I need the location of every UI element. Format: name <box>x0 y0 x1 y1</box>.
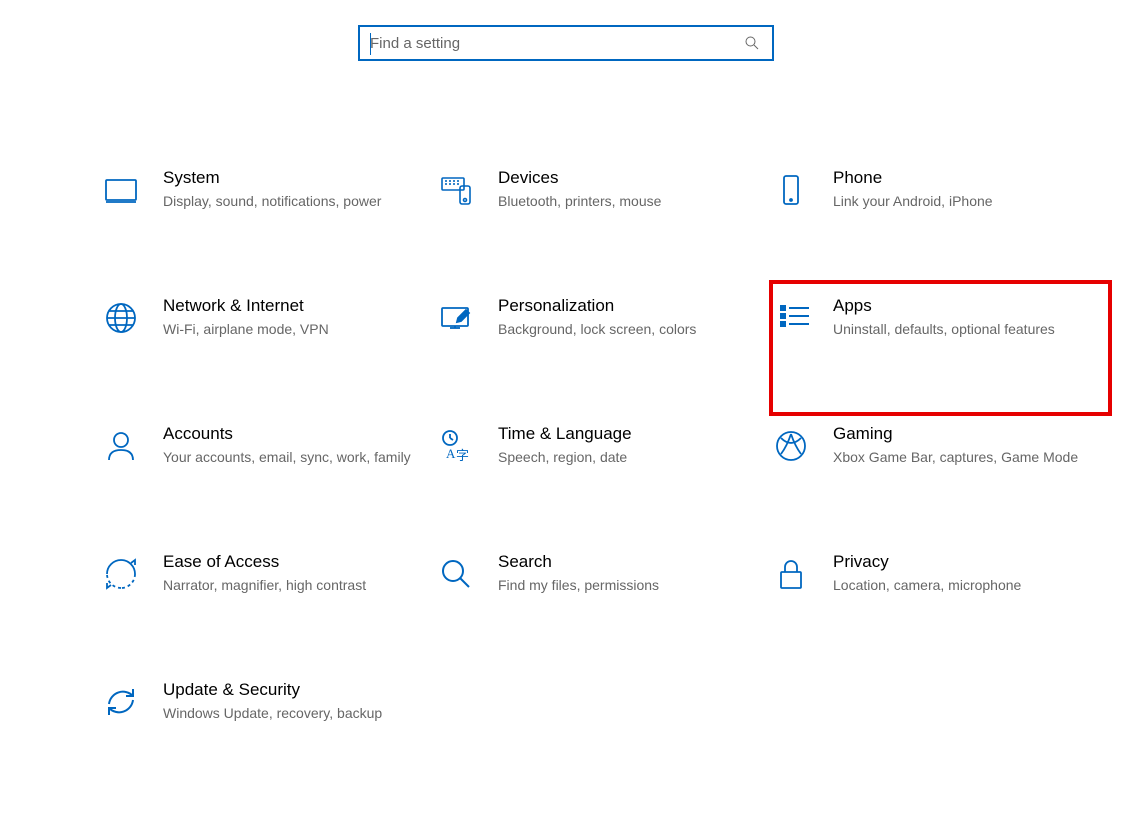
tile-desc: Background, lock screen, colors <box>498 320 747 340</box>
tile-text: Apps Uninstall, defaults, optional featu… <box>833 296 1092 340</box>
tile-text: Devices Bluetooth, printers, mouse <box>498 168 757 212</box>
tile-ease-of-access[interactable]: Ease of Access Narrator, magnifier, high… <box>103 540 438 668</box>
tile-text: Ease of Access Narrator, magnifier, high… <box>163 552 422 596</box>
tile-desc: Display, sound, notifications, power <box>163 192 412 212</box>
update-security-icon <box>103 680 163 720</box>
tile-text: System Display, sound, notifications, po… <box>163 168 422 212</box>
tile-text: Personalization Background, lock screen,… <box>498 296 757 340</box>
devices-icon <box>438 168 498 208</box>
tile-desc: Windows Update, recovery, backup <box>163 704 412 724</box>
tile-text: Time & Language Speech, region, date <box>498 424 757 468</box>
tile-desc: Link your Android, iPhone <box>833 192 1082 212</box>
tile-time-language[interactable]: A 字 Time & Language Speech, region, date <box>438 412 773 540</box>
tile-search[interactable]: Search Find my files, permissions <box>438 540 773 668</box>
apps-icon <box>773 296 833 336</box>
personalization-icon <box>438 296 498 336</box>
svg-text:A: A <box>446 446 456 461</box>
tile-desc: Narrator, magnifier, high contrast <box>163 576 412 596</box>
tile-desc: Wi-Fi, airplane mode, VPN <box>163 320 412 340</box>
tile-title: Ease of Access <box>163 552 412 572</box>
network-icon <box>103 296 163 336</box>
tile-devices[interactable]: Devices Bluetooth, printers, mouse <box>438 156 773 284</box>
settings-grid: System Display, sound, notifications, po… <box>0 156 1132 796</box>
tile-desc: Uninstall, defaults, optional features <box>833 320 1082 340</box>
phone-icon <box>773 168 833 208</box>
search-icon <box>744 35 760 51</box>
tile-system[interactable]: System Display, sound, notifications, po… <box>103 156 438 284</box>
settings-home: System Display, sound, notifications, po… <box>0 0 1132 821</box>
tile-text: Gaming Xbox Game Bar, captures, Game Mod… <box>833 424 1092 468</box>
tile-desc: Your accounts, email, sync, work, family <box>163 448 412 468</box>
search-tile-icon <box>438 552 498 592</box>
tile-network[interactable]: Network & Internet Wi-Fi, airplane mode,… <box>103 284 438 412</box>
tile-gaming[interactable]: Gaming Xbox Game Bar, captures, Game Mod… <box>773 412 1108 540</box>
gaming-icon <box>773 424 833 464</box>
tile-text: Search Find my files, permissions <box>498 552 757 596</box>
search-input[interactable] <box>370 35 762 52</box>
tile-accounts[interactable]: Accounts Your accounts, email, sync, wor… <box>103 412 438 540</box>
tile-title: Search <box>498 552 747 572</box>
tile-title: Accounts <box>163 424 412 444</box>
tile-title: Update & Security <box>163 680 412 700</box>
tile-phone[interactable]: Phone Link your Android, iPhone <box>773 156 1108 284</box>
tile-update-security[interactable]: Update & Security Windows Update, recove… <box>103 668 438 796</box>
system-icon <box>103 168 163 208</box>
ease-of-access-icon <box>103 552 163 592</box>
tile-title: Gaming <box>833 424 1082 444</box>
tile-text: Accounts Your accounts, email, sync, wor… <box>163 424 422 468</box>
accounts-icon <box>103 424 163 464</box>
tile-text: Network & Internet Wi-Fi, airplane mode,… <box>163 296 422 340</box>
tile-privacy[interactable]: Privacy Location, camera, microphone <box>773 540 1108 668</box>
tile-title: Phone <box>833 168 1082 188</box>
tile-personalization[interactable]: Personalization Background, lock screen,… <box>438 284 773 412</box>
tile-apps[interactable]: Apps Uninstall, defaults, optional featu… <box>769 280 1112 416</box>
tile-title: Privacy <box>833 552 1082 572</box>
tile-title: Network & Internet <box>163 296 412 316</box>
tile-text: Privacy Location, camera, microphone <box>833 552 1092 596</box>
tile-text: Update & Security Windows Update, recove… <box>163 680 422 724</box>
search-box[interactable] <box>358 25 774 61</box>
svg-text:字: 字 <box>456 448 469 463</box>
tile-desc: Xbox Game Bar, captures, Game Mode <box>833 448 1082 468</box>
tile-title: Time & Language <box>498 424 747 444</box>
tile-title: System <box>163 168 412 188</box>
tile-desc: Find my files, permissions <box>498 576 747 596</box>
tile-title: Personalization <box>498 296 747 316</box>
tile-desc: Bluetooth, printers, mouse <box>498 192 747 212</box>
privacy-icon <box>773 552 833 592</box>
tile-text: Phone Link your Android, iPhone <box>833 168 1092 212</box>
text-cursor <box>370 33 371 55</box>
tile-title: Devices <box>498 168 747 188</box>
time-language-icon: A 字 <box>438 424 498 464</box>
tile-desc: Speech, region, date <box>498 448 747 468</box>
search-wrapper <box>0 25 1132 61</box>
tile-desc: Location, camera, microphone <box>833 576 1082 596</box>
tile-title: Apps <box>833 296 1082 316</box>
